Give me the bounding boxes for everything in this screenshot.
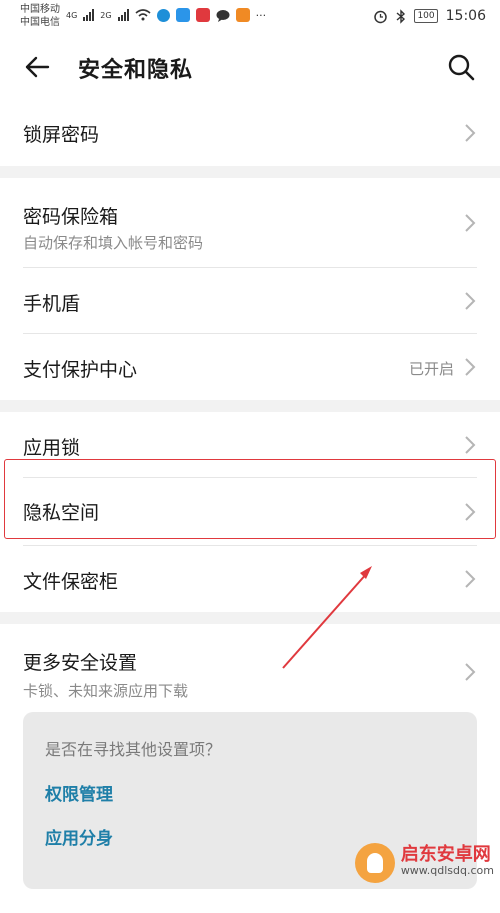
watermark-url: www.qdlsdq.com: [400, 864, 494, 877]
watermark-name: 启东安卓网: [400, 844, 491, 865]
watermark: 启东安卓网 www.qdlsdq.com: [354, 843, 494, 883]
annotation-arrow: [282, 566, 372, 669]
watermark-logo-icon: [354, 843, 395, 883]
